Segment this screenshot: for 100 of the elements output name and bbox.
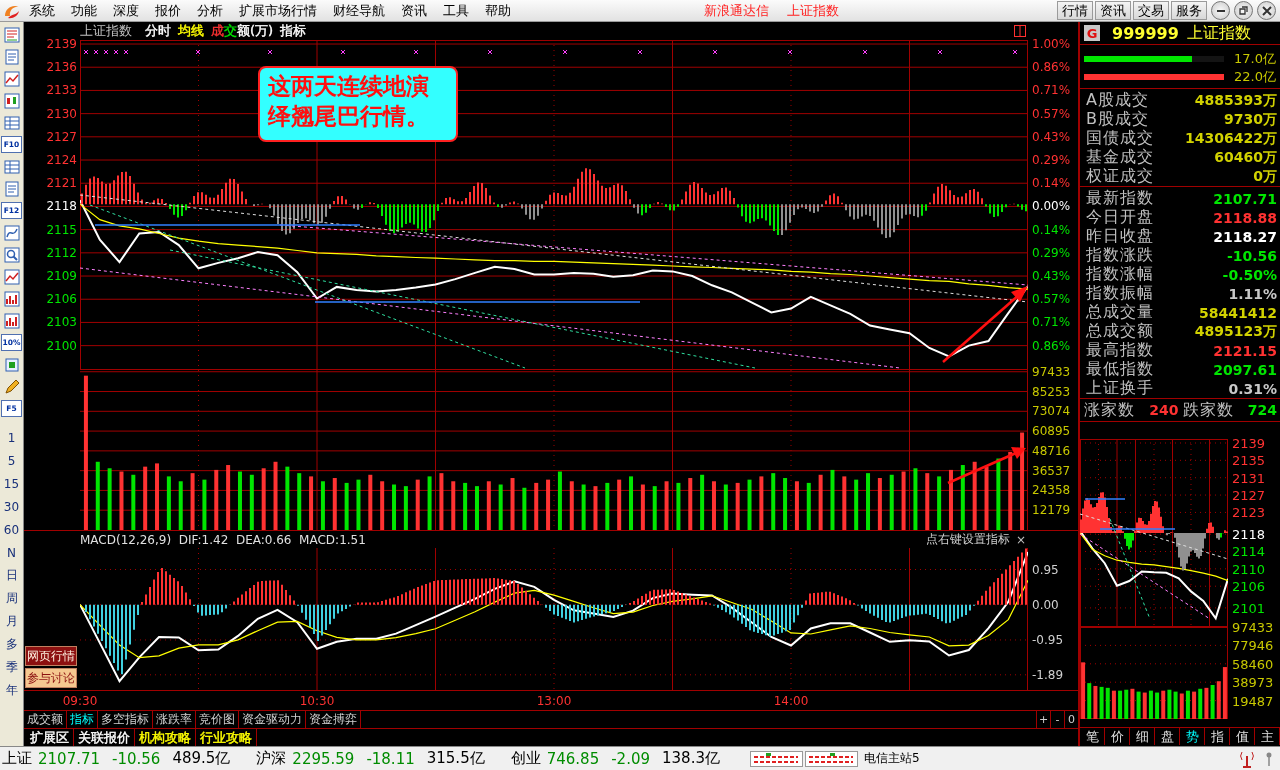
time-label: 09:30 xyxy=(62,694,98,708)
extension-tab[interactable]: 关联报价 xyxy=(74,729,135,746)
period-button[interactable]: 1 xyxy=(0,426,23,449)
menu-item[interactable]: 系统 xyxy=(21,0,63,21)
menu-item[interactable]: 分析 xyxy=(189,0,231,21)
menu-item[interactable]: 深度 xyxy=(105,0,147,21)
extension-tab[interactable]: 机构攻略 xyxy=(135,729,196,746)
axis-label: 2130 xyxy=(46,107,77,120)
toolbar-button[interactable]: 交易 xyxy=(1133,1,1169,20)
axis-label: 0.14% xyxy=(1032,223,1071,236)
period-button[interactable]: 周 xyxy=(0,587,23,610)
stat-label: 涨家数 xyxy=(1084,399,1135,421)
toolbar-button[interactable]: 行情 xyxy=(1057,1,1093,20)
menu-item[interactable]: 报价 xyxy=(147,0,189,21)
close-button[interactable]: × xyxy=(1009,532,1026,547)
stat-label: 国债成交 xyxy=(1086,128,1154,148)
axis-label: 0.86% xyxy=(1032,339,1071,352)
market-change: -2.09 xyxy=(611,749,650,768)
menu-item[interactable]: 工具 xyxy=(435,0,477,21)
period-button[interactable]: 年 xyxy=(0,679,23,702)
stat-value: 2107.71 xyxy=(1213,190,1277,207)
stat-value: 240 xyxy=(1149,402,1179,418)
period-button[interactable]: 5 xyxy=(0,449,23,472)
link-button[interactable]: 参与讨论 xyxy=(25,668,77,688)
menu-item[interactable]: 财经导航 xyxy=(325,0,393,21)
stat-label: 跌家数 xyxy=(1182,399,1234,421)
stat-value: 2121.15 xyxy=(1213,342,1277,359)
axis-label: 77946 xyxy=(1232,638,1274,652)
callout-note: 这两天连续地演绎翘尾巴行情。 xyxy=(258,66,458,142)
period-button[interactable]: 60 xyxy=(0,518,23,541)
axis-label: 38973 xyxy=(1232,675,1274,689)
indicator-tab[interactable]: 多空指标 xyxy=(98,711,153,728)
axis-label: 19487 xyxy=(1232,694,1274,708)
stat-value: 724 xyxy=(1247,402,1277,418)
axis-label: 1.00% xyxy=(1032,38,1071,50)
stat-label: 总成交额 xyxy=(1086,321,1154,341)
indicator-tab[interactable]: 资金驱动力 xyxy=(239,711,306,728)
axis-label: 58460 xyxy=(1232,657,1274,671)
period-button[interactable]: N xyxy=(0,541,23,564)
stat-value: 60460万 xyxy=(1214,148,1277,167)
axis-label: 0.29% xyxy=(1032,246,1071,259)
indicator-tab[interactable]: 涨跌率 xyxy=(153,711,196,728)
market-amount: 489.5亿 xyxy=(172,749,231,768)
axis-label: 85253 xyxy=(1032,385,1071,398)
axis-label: 24358 xyxy=(1032,484,1071,497)
axis-label: 2131 xyxy=(1232,471,1266,485)
axis-label: 2124 xyxy=(46,154,77,166)
stat-label: 最高指数 xyxy=(1086,340,1154,361)
zoom-button[interactable]: 0 xyxy=(1064,711,1078,728)
quote-code: 999999 xyxy=(1112,23,1179,43)
axis-label: 2100 xyxy=(46,339,77,352)
toolbar-button[interactable]: 服务 xyxy=(1171,1,1207,20)
extension-tab[interactable]: 行业攻略 xyxy=(196,729,257,746)
axis-label: 97433 xyxy=(1232,620,1274,634)
extension-tab[interactable]: 扩展区 xyxy=(26,729,74,746)
stat-value: 58441412 xyxy=(1199,304,1277,321)
axis-label: 0.43% xyxy=(1032,270,1071,283)
indicator-tab[interactable]: 指标 xyxy=(67,711,98,728)
stat-value: 2097.61 xyxy=(1213,361,1277,378)
menu-item[interactable]: 帮助 xyxy=(477,0,519,21)
axis-label: 2135 xyxy=(1232,453,1266,467)
period-button[interactable]: 日 xyxy=(0,564,23,587)
indicator-tab[interactable]: 资金搏弈 xyxy=(306,711,361,728)
axis-label: -0.95 xyxy=(1032,633,1064,646)
chart-option[interactable]: 指标 xyxy=(280,22,307,40)
toolbar-button[interactable]: 资讯 xyxy=(1095,1,1131,20)
menu-item[interactable]: 功能 xyxy=(63,0,105,21)
axis-label: 2139 xyxy=(46,38,77,50)
chart-title: 上证指数 xyxy=(80,22,132,40)
period-button[interactable]: 季 xyxy=(0,656,23,679)
period-button[interactable]: 多 xyxy=(0,633,23,656)
indicator-tab[interactable]: 成交额 xyxy=(24,711,67,728)
period-button[interactable]: 30 xyxy=(0,495,23,518)
axis-label: 0.00 xyxy=(1032,598,1059,611)
meter-label: 17.0亿 xyxy=(1234,50,1276,68)
axis-label: 2123 xyxy=(1232,505,1266,519)
indicator-tab[interactable]: 竞价图 xyxy=(196,711,239,728)
axis-label: 2106 xyxy=(46,293,77,306)
chart-option[interactable]: 分时 xyxy=(145,22,171,40)
period-button[interactable]: 15 xyxy=(0,472,23,495)
stat-value: 4895123万 xyxy=(1194,322,1277,341)
stat-value: 2118.88 xyxy=(1213,209,1277,226)
zoom-button[interactable]: + xyxy=(1036,711,1050,728)
axis-label: 60895 xyxy=(1032,425,1071,438)
menu-item[interactable]: 扩展市场行情 xyxy=(231,0,325,21)
axis-label: 48716 xyxy=(1032,444,1071,457)
axis-label: 0.57% xyxy=(1032,107,1071,120)
chart-option[interactable]: 均线 xyxy=(178,22,204,40)
meter-label: 22.0亿 xyxy=(1234,68,1276,86)
axis-label: 0.14% xyxy=(1032,177,1071,190)
menu-item[interactable]: 资讯 xyxy=(393,0,435,21)
stat-value: -10.56 xyxy=(1226,247,1277,264)
link-button[interactable]: 网页行情 xyxy=(25,646,77,666)
chart-option[interactable]: 成交额(万) xyxy=(211,22,274,40)
axis-label: 2106 xyxy=(1232,579,1266,593)
stat-label: 上证换手 xyxy=(1086,378,1154,399)
period-button[interactable]: 月 xyxy=(0,610,23,633)
stat-label: 最新指数 xyxy=(1086,188,1154,209)
stat-value: 0.31% xyxy=(1228,380,1277,397)
axis-label: 0.00% xyxy=(1032,200,1071,213)
